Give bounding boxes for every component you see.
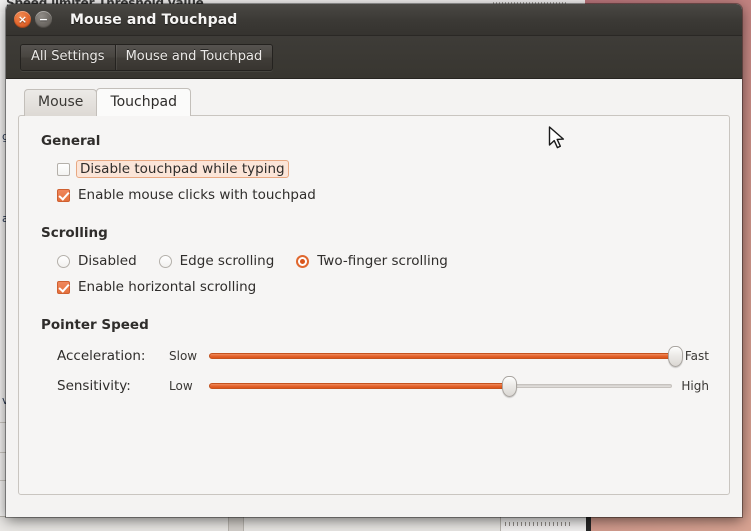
slider-acceleration-fill: [209, 353, 676, 359]
slider-acceleration-handle[interactable]: [667, 346, 683, 367]
touchpad-settings-panel: General Disable touchpad while typing En…: [18, 115, 730, 495]
general-section: General Disable touchpad while typing En…: [41, 133, 709, 207]
scrolling-section-title: Scrolling: [41, 225, 108, 241]
slider-sensitivity-handle[interactable]: [502, 376, 518, 397]
slider-row-acceleration: Acceleration: Slow Fast: [57, 341, 709, 371]
option-scrolling-disabled[interactable]: Disabled: [57, 253, 137, 269]
checkbox-disable-touchpad-while-typing[interactable]: [57, 162, 70, 176]
breadcrumb: All Settings Mouse and Touchpad: [20, 43, 274, 71]
minimize-glyph: −: [38, 13, 49, 26]
slider-sensitivity-fill: [209, 383, 511, 389]
slider-sensitivity[interactable]: [209, 375, 673, 397]
label-sensitivity-max: High: [681, 379, 709, 393]
close-glyph: ×: [17, 13, 28, 26]
pointer-speed-section-title: Pointer Speed: [41, 317, 149, 333]
slider-row-sensitivity: Sensitivity: Low High: [57, 371, 709, 401]
label-acceleration-min: Slow: [169, 349, 198, 363]
breadcrumb-all-settings[interactable]: All Settings: [21, 44, 115, 70]
background-window-bottom-scrollbar[interactable]: [500, 517, 591, 531]
content-area: Mouse Touchpad General Disable touchpad …: [6, 79, 742, 517]
tab-strip: Mouse Touchpad: [24, 88, 730, 116]
radio-scrolling-disabled[interactable]: [57, 254, 70, 268]
option-enable-mouse-clicks-with-touchpad[interactable]: Enable mouse clicks with touchpad: [57, 183, 709, 207]
label-two-finger-scrolling: Two-finger scrolling: [317, 253, 448, 269]
toolbar: All Settings Mouse and Touchpad: [6, 36, 742, 79]
label-edge-scrolling: Edge scrolling: [179, 253, 275, 269]
breadcrumb-mouse-and-touchpad[interactable]: Mouse and Touchpad: [114, 44, 273, 70]
checkbox-enable-horizontal-scrolling[interactable]: [57, 280, 70, 294]
background-window-bottom-divider: [228, 517, 244, 531]
radio-two-finger-scrolling[interactable]: [296, 254, 310, 268]
general-section-title: General: [41, 133, 101, 149]
option-edge-scrolling[interactable]: Edge scrolling: [158, 253, 275, 269]
pointer-speed-section: Pointer Speed Acceleration: Slow Fast Se…: [41, 317, 709, 401]
scrolling-radio-group: Disabled Edge scrolling Two-finger scrol…: [57, 249, 709, 273]
label-acceleration: Acceleration:: [57, 348, 146, 364]
tab-touchpad[interactable]: Touchpad: [96, 88, 191, 116]
mouse-and-touchpad-window: × − Mouse and Touchpad All Settings Mous…: [6, 4, 742, 517]
window-title: Mouse and Touchpad: [70, 11, 238, 28]
window-titlebar[interactable]: × − Mouse and Touchpad: [6, 4, 742, 36]
background-window-bottom-edge[interactable]: [0, 516, 527, 531]
label-sensitivity: Sensitivity:: [57, 378, 131, 394]
label-acceleration-max: Fast: [684, 349, 709, 363]
radio-edge-scrolling[interactable]: [158, 254, 172, 268]
close-icon[interactable]: ×: [14, 11, 31, 28]
label-enable-mouse-clicks-with-touchpad: Enable mouse clicks with touchpad: [78, 187, 316, 203]
option-disable-touchpad-while-typing[interactable]: Disable touchpad while typing: [57, 157, 709, 181]
scrolling-section: Scrolling Disabled Edge scrolling Two-fi…: [41, 225, 709, 299]
label-disable-touchpad-while-typing: Disable touchpad while typing: [76, 160, 289, 178]
slider-acceleration[interactable]: [209, 345, 683, 367]
option-enable-horizontal-scrolling[interactable]: Enable horizontal scrolling: [57, 275, 709, 299]
option-two-finger-scrolling[interactable]: Two-finger scrolling: [296, 253, 448, 269]
label-sensitivity-min: Low: [169, 379, 193, 393]
checkbox-enable-mouse-clicks-with-touchpad[interactable]: [57, 188, 70, 202]
label-scrolling-disabled: Disabled: [78, 253, 137, 269]
label-enable-horizontal-scrolling: Enable horizontal scrolling: [78, 279, 257, 295]
tab-mouse[interactable]: Mouse: [24, 89, 98, 116]
minimize-icon[interactable]: −: [35, 11, 52, 28]
